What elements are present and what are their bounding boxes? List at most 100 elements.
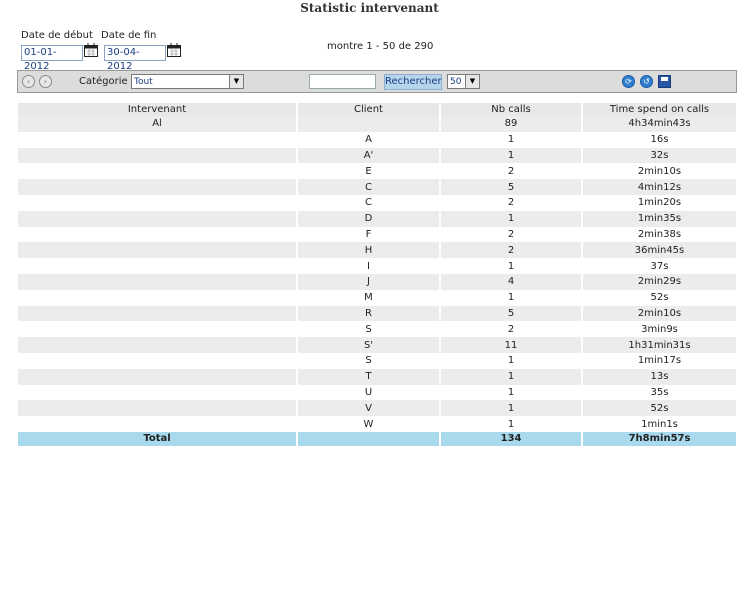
calls-cell: 2 <box>440 194 583 211</box>
table-row[interactable]: H 2 36min45s <box>18 242 738 259</box>
table-row[interactable]: A 1 16s <box>18 131 738 148</box>
intervenant-cell <box>18 337 298 353</box>
time-cell: 32s <box>582 147 738 164</box>
table-row[interactable]: U 1 35s <box>18 384 738 401</box>
total-time: 7h8min57s <box>582 431 738 446</box>
pagination-summary: montre 1 - 50 de 290 <box>327 41 434 52</box>
client-cell: E <box>297 163 441 180</box>
time-cell: 1min20s <box>582 194 738 211</box>
time-cell: 3min9s <box>582 321 738 338</box>
time-cell: 36min45s <box>582 242 738 259</box>
intervenant-cell <box>18 210 298 227</box>
client-cell: T <box>297 368 441 385</box>
calls-cell: 1 <box>440 147 583 164</box>
total-label: Total <box>18 431 298 446</box>
client-cell: S' <box>297 337 441 353</box>
table-row[interactable]: C 2 1min20s <box>18 194 738 211</box>
table-header: Intervenant Client Nb calls Time spend o… <box>18 103 738 116</box>
intervenant-cell <box>18 321 298 338</box>
table-row[interactable]: S 1 1min17s <box>18 352 738 369</box>
time-cell: 52s <box>582 289 738 306</box>
client-cell: U <box>297 384 441 401</box>
save-icon[interactable] <box>658 75 671 88</box>
table-row[interactable]: R 5 2min10s <box>18 305 738 322</box>
time-cell: 1h31min31s <box>582 337 738 353</box>
table-row[interactable]: S' 11 1h31min31s <box>18 337 738 353</box>
intervenant-cell <box>18 194 298 211</box>
column-header-nb-calls[interactable]: Nb calls <box>440 103 583 116</box>
start-date-field[interactable]: 01-01-2012 <box>21 45 83 72</box>
calls-cell: 2 <box>440 321 583 338</box>
table-row[interactable]: W 1 1min1s <box>18 416 738 432</box>
client-cell: S <box>297 352 441 369</box>
intervenant-cell <box>18 131 298 148</box>
column-header-client[interactable]: Client <box>297 103 441 116</box>
time-cell: 1min17s <box>582 352 738 369</box>
client-cell: W <box>297 416 441 432</box>
table-row[interactable]: C 5 4min12s <box>18 179 738 195</box>
time-cell: 1min35s <box>582 210 738 227</box>
refresh-icon[interactable]: ⟳ <box>622 75 635 88</box>
calls-cell: 2 <box>440 242 583 259</box>
column-header-time[interactable]: Time spend on calls <box>582 103 738 116</box>
client-cell: R <box>297 305 441 322</box>
calls-cell: 1 <box>440 368 583 385</box>
calls-cell: 1 <box>440 258 583 274</box>
time-cell: 16s <box>582 131 738 148</box>
total-row: Total 134 7h8min57s <box>18 431 738 446</box>
statistics-table: Intervenant Client Nb calls Time spend o… <box>18 103 738 446</box>
calendar-icon[interactable] <box>84 43 98 57</box>
calls-cell: 1 <box>440 416 583 432</box>
calls-cell: 1 <box>440 131 583 148</box>
calls-cell: 5 <box>440 179 583 195</box>
page-size-value: 50 <box>450 77 462 87</box>
reset-icon[interactable]: ↺ <box>640 75 653 88</box>
filter-toolbar: ‹ › Catégorie Tout ▼ Rechercher 50 ▼ ⟳ ↺ <box>17 70 737 93</box>
client-cell: A <box>297 131 441 148</box>
intervenant-cell <box>18 416 298 432</box>
table-row[interactable]: E 2 2min10s <box>18 163 738 180</box>
page-size-select[interactable]: 50 ▼ <box>447 74 480 89</box>
column-header-intervenant[interactable]: Intervenant <box>18 103 298 116</box>
client-cell: V <box>297 400 441 417</box>
calendar-icon[interactable] <box>167 43 181 57</box>
start-date-label: Date de début <box>21 30 93 41</box>
table-row[interactable]: M 1 52s <box>18 289 738 306</box>
calls-cell: 2 <box>440 163 583 180</box>
table-row[interactable]: F 2 2min38s <box>18 226 738 243</box>
intervenant-cell <box>18 226 298 243</box>
calls-cell: 2 <box>440 226 583 243</box>
intervenant-cell <box>18 352 298 369</box>
client-cell: D <box>297 210 441 227</box>
time-cell: 2min29s <box>582 273 738 290</box>
intervenant-cell <box>18 258 298 274</box>
table-row[interactable]: V 1 52s <box>18 400 738 417</box>
end-date-field[interactable]: 30-04-2012 <box>104 45 166 72</box>
category-label: Catégorie <box>79 76 128 87</box>
table-row[interactable]: I 1 37s <box>18 258 738 274</box>
intervenant-cell: Al <box>18 116 298 132</box>
page-title: Statistic intervenant <box>300 1 439 15</box>
calls-cell: 5 <box>440 305 583 322</box>
intervenant-cell <box>18 305 298 322</box>
table-row[interactable]: D 1 1min35s <box>18 210 738 227</box>
category-select[interactable]: Tout ▼ <box>131 74 244 89</box>
end-date-label: Date de fin <box>101 30 157 41</box>
table-row[interactable]: A' 1 32s <box>18 147 738 164</box>
table-row[interactable]: J 4 2min29s <box>18 273 738 290</box>
next-page-icon[interactable]: › <box>39 75 52 88</box>
search-button[interactable]: Rechercher <box>384 74 442 90</box>
client-cell: I <box>297 258 441 274</box>
table-row[interactable]: S 2 3min9s <box>18 321 738 338</box>
client-cell: C <box>297 194 441 211</box>
calls-cell: 4 <box>440 273 583 290</box>
previous-page-icon[interactable]: ‹ <box>22 75 35 88</box>
calls-cell: 89 <box>440 116 583 132</box>
table-row[interactable]: T 1 13s <box>18 368 738 385</box>
time-cell: 13s <box>582 368 738 385</box>
calls-cell: 11 <box>440 337 583 353</box>
search-input[interactable] <box>309 74 376 89</box>
total-client <box>297 431 441 446</box>
time-cell: 4min12s <box>582 179 738 195</box>
table-row[interactable]: Al 89 4h34min43s <box>18 116 738 132</box>
